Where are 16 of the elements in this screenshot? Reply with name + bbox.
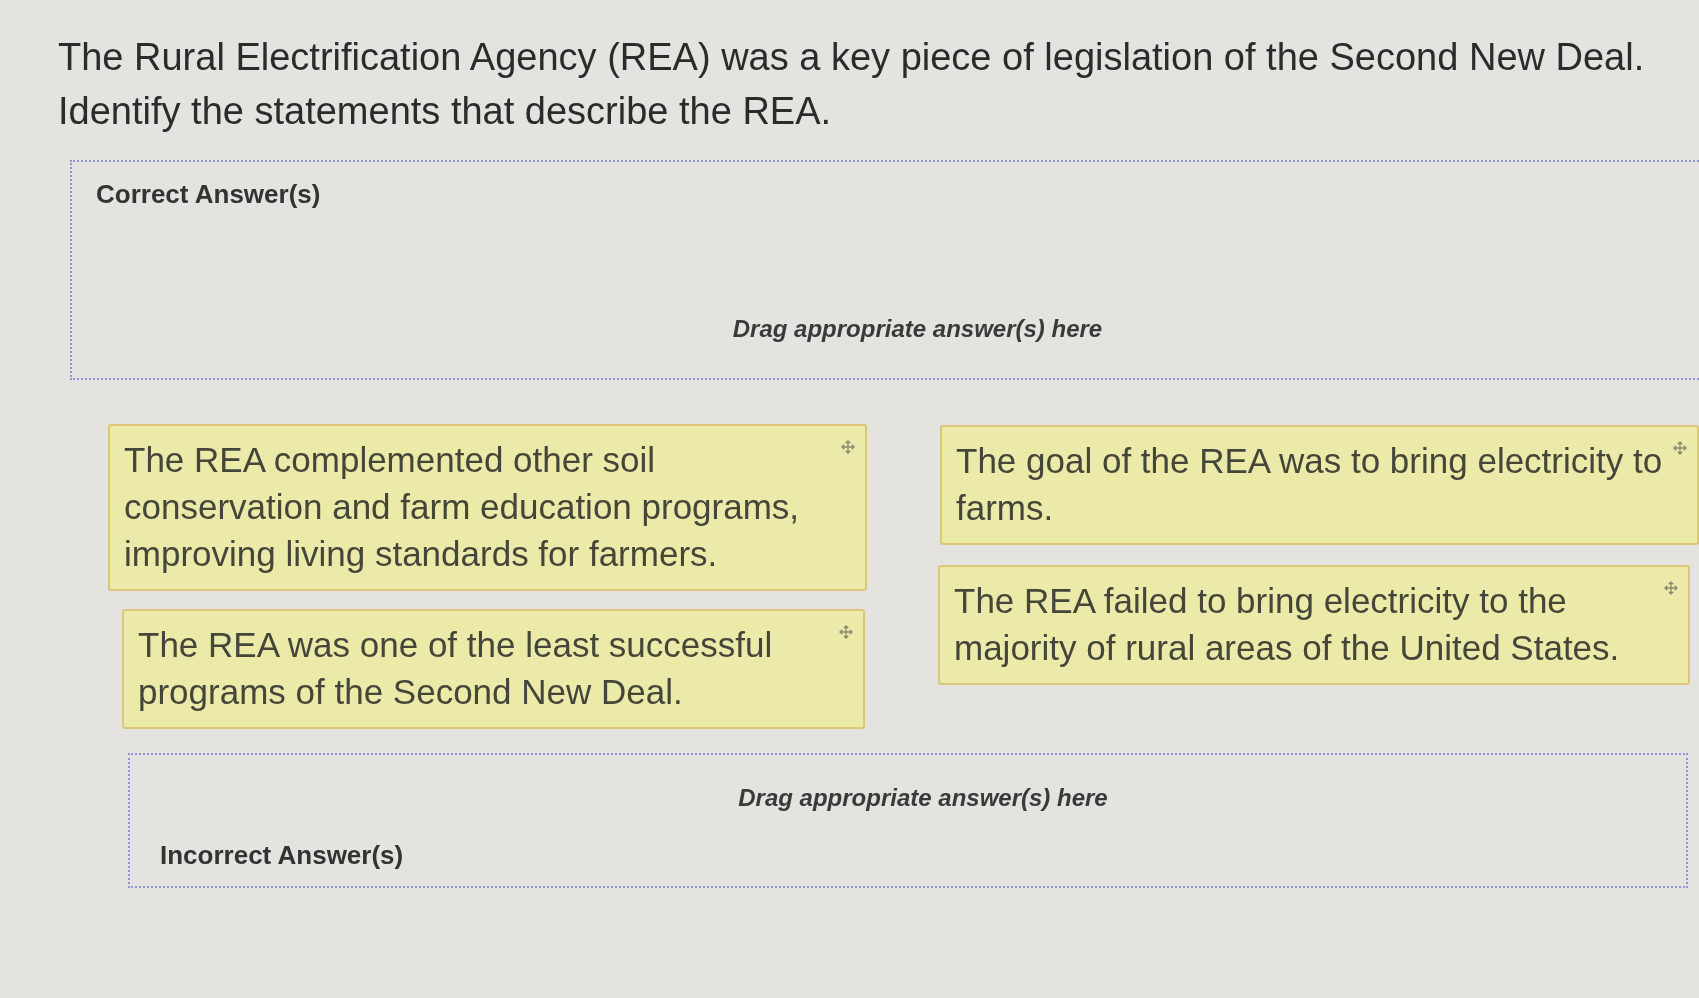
- zone-label: Incorrect Answer(s): [160, 839, 404, 871]
- move-icon: [839, 625, 853, 639]
- answer-card[interactable]: The REA complemented other soil conservation and farm education programs, improving living standards for farmers.: [108, 424, 867, 591]
- answer-card[interactable]: The REA was one of the least successful programs of the Second New Deal.: [122, 609, 865, 729]
- zone-label: Correct Answer(s): [96, 178, 321, 210]
- answer-card[interactable]: The REA failed to bring electricity to the majority of rural areas of the United States.: [938, 565, 1690, 685]
- move-icon: [841, 440, 855, 454]
- incorrect-answers-drop-zone[interactable]: Drag appropriate answer(s) here Incorrect Answer(s): [128, 753, 1688, 888]
- instruction-text: Identify the statements that describe the REA.: [58, 89, 832, 134]
- question-text: The Rural Electrification Agency (REA) was a key piece of legislation of the Second New Deal.: [58, 35, 1645, 80]
- move-icon: [1673, 441, 1687, 455]
- drop-hint: Drag appropriate answer(s) here: [732, 314, 1103, 344]
- drop-hint: Drag appropriate answer(s) here: [738, 783, 1108, 813]
- move-icon: [1664, 581, 1678, 595]
- answer-card[interactable]: The goal of the REA was to bring electricity to farms.: [940, 425, 1699, 545]
- correct-answers-drop-zone[interactable]: Correct Answer(s) Drag appropriate answer(s) here: [70, 160, 1699, 380]
